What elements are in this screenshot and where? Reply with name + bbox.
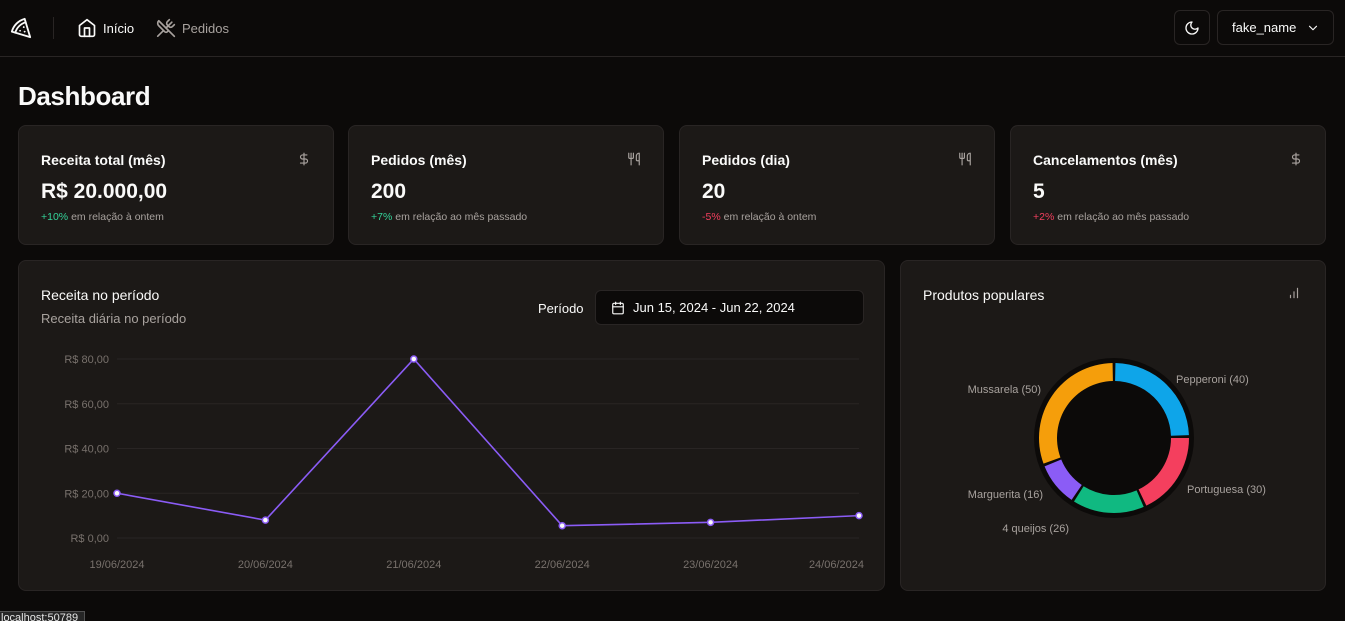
moon-icon	[1185, 20, 1199, 35]
revenue-chart-card: Receita no período Receita diária no per…	[18, 260, 885, 591]
donut-slice-label: Pepperoni (40)	[1176, 374, 1249, 386]
x-tick-label: 20/06/2024	[238, 559, 293, 571]
popular-products-donut-chart: Pepperoni (40) Portuguesa (30) 4 queijos (…	[968, 358, 1266, 535]
dollar-icon	[1291, 152, 1301, 166]
data-point	[855, 511, 863, 520]
donut-slice-label: Mussarela (50)	[968, 384, 1041, 396]
stat-value: 5	[1033, 180, 1045, 203]
data-point	[706, 518, 715, 527]
y-tick-label: R$ 20,00	[64, 488, 109, 500]
user-name: fake_name	[1232, 20, 1297, 35]
stat-card-pedidos-mes: Pedidos (mês) 200 +7% em relação ao mês …	[348, 125, 664, 245]
revenue-line	[116, 357, 860, 527]
utensils-crossed-icon	[156, 18, 176, 38]
nav-link-inicio[interactable]: Início	[77, 17, 134, 39]
stat-title: Pedidos (mês)	[371, 152, 467, 168]
pizza-logo-icon	[10, 17, 32, 39]
theme-toggle-button[interactable]	[1174, 10, 1210, 45]
stat-delta: +10%	[41, 211, 69, 223]
donut-slice-label: Portuguesa (30)	[1187, 484, 1266, 496]
stat-value: 200	[371, 180, 407, 203]
y-tick-label: R$ 60,00	[64, 399, 109, 411]
stat-value: 20	[702, 180, 726, 203]
x-tick-label: 19/06/2024	[89, 559, 144, 571]
y-tick-label: R$ 80,00	[64, 354, 109, 366]
donut-slice-label: Marguerita (16)	[968, 489, 1043, 501]
nav-pedidos-label: Pedidos	[182, 20, 229, 36]
stat-title: Receita total (mês)	[41, 152, 166, 168]
chevron-down-icon	[1309, 25, 1318, 30]
stat-note-text: em relação à ontem	[720, 211, 817, 223]
page-title: Dashboard	[18, 81, 151, 111]
stat-delta: -5%	[702, 211, 721, 223]
stat-card-cancelamentos: Cancelamentos (mês) 5 +2% em relação ao …	[1010, 125, 1326, 245]
user-menu-button[interactable]: fake_name	[1217, 10, 1334, 45]
stat-delta: +7%	[371, 211, 393, 223]
donut-track	[1034, 358, 1194, 518]
y-tick-label: R$ 0,00	[70, 533, 109, 545]
top-navigation-bar: Início Pedidos fake_name	[0, 0, 1345, 57]
stat-card-receita-total: Receita total (mês) R$ 20.000,00 +10% em…	[18, 125, 334, 245]
stat-delta: +2%	[1033, 211, 1055, 223]
x-tick-label: 21/06/2024	[386, 559, 441, 571]
y-tick-label: R$ 40,00	[64, 444, 109, 456]
data-point	[113, 489, 121, 497]
nav-separator	[53, 17, 54, 39]
data-point	[558, 521, 566, 530]
stat-note: -5% em relação à ontem	[702, 211, 816, 223]
status-bar-url: localhost:50789	[0, 611, 86, 621]
data-point	[410, 355, 418, 363]
x-tick-label: 23/06/2024	[683, 559, 738, 571]
x-tick-label: 22/06/2024	[535, 559, 590, 571]
popular-products-card: Produtos populares Pepperoni (40) Portugu…	[900, 260, 1326, 591]
stat-note-text: em relação ao mês passado	[392, 211, 528, 223]
stat-note: +10% em relação à ontem	[41, 211, 164, 223]
stat-title: Cancelamentos (mês)	[1033, 152, 1178, 168]
dollar-icon	[299, 152, 309, 166]
stat-note-text: em relação ao mês passado	[1054, 211, 1190, 223]
stat-note-text: em relação à ontem	[68, 211, 164, 223]
nav-link-pedidos[interactable]: Pedidos	[156, 17, 229, 39]
utensils-icon	[959, 152, 971, 166]
donut-slice-label: 4 queijos (26)	[1002, 523, 1069, 535]
home-icon	[78, 18, 96, 38]
data-point	[261, 516, 270, 524]
revenue-line-chart: R$ 0,00 R$ 20,00 R$ 40,00 R$ 60,00 R$ 80,00 1…	[64, 354, 864, 571]
stat-value: R$ 20.000,00	[41, 180, 168, 203]
nav-inicio-label: Início	[103, 20, 135, 36]
utensils-icon	[628, 152, 640, 166]
stat-title: Pedidos (dia)	[702, 152, 790, 168]
stat-note: +7% em relação ao mês passado	[371, 211, 527, 223]
x-tick-label: 24/06/2024	[809, 559, 864, 571]
stat-card-pedidos-dia: Pedidos (dia) 20 -5% em relação à ontem	[679, 125, 995, 245]
stat-note: +2% em relação ao mês passado	[1033, 211, 1189, 223]
